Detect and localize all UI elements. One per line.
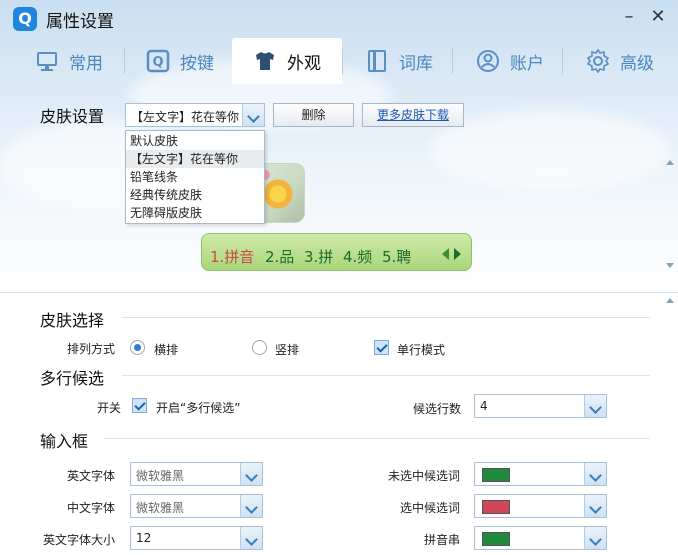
cn-font-value: 微软雅黑 xyxy=(136,501,185,515)
chevron-down-icon[interactable] xyxy=(240,463,262,485)
pinyin-color-select[interactable] xyxy=(474,526,607,550)
en-font-size-value: 12 xyxy=(136,531,152,545)
section-line xyxy=(122,317,650,318)
vertical-radio-label: 竖排 xyxy=(275,343,300,357)
window-title: 属性设置 xyxy=(46,12,114,32)
gear-icon xyxy=(586,48,610,74)
tab-general[interactable]: 常用 xyxy=(14,38,124,84)
dropdown-option-selected[interactable]: 【左文字】花在等你 xyxy=(126,150,264,168)
delete-skin-button[interactable]: 删除 xyxy=(273,103,354,127)
pinyin-string-label: 拼音串 xyxy=(424,533,461,547)
chevron-down-icon[interactable] xyxy=(242,104,264,126)
candidate-item: 2.品 xyxy=(265,248,295,266)
more-skins-download-button[interactable]: 更多皮肤下载 xyxy=(362,103,464,127)
candidate-item: 1.拼音 xyxy=(210,248,255,266)
skin-select-value: 【左文字】花在等你 xyxy=(131,110,240,124)
vertical-radio[interactable] xyxy=(252,340,267,355)
section-line xyxy=(122,375,650,376)
unselected-candidate-label: 未选中候选词 xyxy=(388,469,461,483)
tab-general-label: 常用 xyxy=(69,53,103,74)
candidate-item: 5.聘 xyxy=(382,248,412,266)
tab-account-label: 账户 xyxy=(510,53,544,74)
skin-select[interactable]: 【左文字】花在等你 xyxy=(125,103,265,127)
cn-font-select[interactable]: 微软雅黑 xyxy=(130,494,263,518)
more-skins-download-link[interactable]: 更多皮肤下载 xyxy=(377,108,449,122)
tab-separator xyxy=(452,48,453,74)
tab-separator xyxy=(342,48,343,74)
book-icon xyxy=(365,49,389,73)
tab-account[interactable]: 账户 xyxy=(455,38,565,84)
dropdown-option[interactable]: 经典传统皮肤 xyxy=(126,186,264,204)
skin-dropdown-list[interactable]: 默认皮肤 【左文字】花在等你 铅笔线条 经典传统皮肤 无障碍版皮肤 xyxy=(125,130,265,224)
dropdown-option[interactable]: 无障碍版皮肤 xyxy=(126,204,264,222)
tab-keys-label: 按键 xyxy=(180,53,214,74)
chevron-down-icon[interactable] xyxy=(584,527,606,549)
skin-settings-label: 皮肤设置 xyxy=(40,107,105,126)
section-line xyxy=(104,438,650,439)
color-swatch xyxy=(482,532,510,546)
tab-bar: 常用 Q 按键 外观 词库 账户 高级 xyxy=(0,38,678,84)
selected-color-select[interactable] xyxy=(474,494,607,518)
chevron-down-icon[interactable] xyxy=(584,395,606,417)
rows-select[interactable]: 4 xyxy=(474,394,607,418)
multi-line-checkbox[interactable] xyxy=(132,398,147,413)
tab-dictionary[interactable]: 词库 xyxy=(344,38,454,84)
tab-advanced[interactable]: 高级 xyxy=(565,38,675,84)
candidate-item: 4.频 xyxy=(343,248,373,266)
layout-label: 排列方式 xyxy=(67,342,116,356)
candidate-preview-bar: 1.拼音 2.品 3.拼 4.频 5.聘 xyxy=(201,233,472,271)
tab-advanced-label: 高级 xyxy=(620,53,654,74)
tab-keys[interactable]: Q 按键 xyxy=(125,38,235,84)
settings-scrollbar[interactable] xyxy=(664,296,676,552)
chevron-down-icon[interactable] xyxy=(584,463,606,485)
single-line-label: 单行模式 xyxy=(397,343,446,357)
skin-select-title: 皮肤选择 xyxy=(40,311,105,330)
switch-label: 开关 xyxy=(97,401,122,415)
key-icon: Q xyxy=(146,49,170,73)
horizontal-radio-label: 横排 xyxy=(154,343,179,357)
app-logo-icon: Q xyxy=(13,7,37,31)
tab-dictionary-label: 词库 xyxy=(399,53,433,74)
en-font-size-label: 英文字体大小 xyxy=(43,533,116,547)
minimize-button[interactable]: – xyxy=(618,6,640,28)
horizontal-radio[interactable] xyxy=(130,340,145,355)
multi-line-title: 多行候选 xyxy=(40,369,105,388)
monitor-icon xyxy=(35,49,59,73)
close-button[interactable]: ✕ xyxy=(647,6,669,28)
page-arrows-icon xyxy=(442,248,464,260)
preview-scrollbar[interactable] xyxy=(664,158,676,270)
candidate-item: 3.拼 xyxy=(304,248,334,266)
en-font-select[interactable]: 微软雅黑 xyxy=(130,462,263,486)
user-icon xyxy=(476,49,500,73)
shirt-icon xyxy=(253,49,277,73)
en-font-value: 微软雅黑 xyxy=(136,469,185,483)
unselected-color-select[interactable] xyxy=(474,462,607,486)
en-font-label: 英文字体 xyxy=(67,469,116,483)
input-box-title: 输入框 xyxy=(40,432,89,451)
tab-separator xyxy=(562,48,563,74)
tab-appearance-label: 外观 xyxy=(287,53,321,74)
chevron-down-icon[interactable] xyxy=(240,527,262,549)
section-divider xyxy=(0,292,678,293)
rows-label: 候选行数 xyxy=(413,402,462,416)
chevron-down-icon[interactable] xyxy=(240,495,262,517)
dropdown-option[interactable]: 默认皮肤 xyxy=(126,132,264,150)
dropdown-option[interactable]: 铅笔线条 xyxy=(126,168,264,186)
svg-text:Q: Q xyxy=(152,55,163,70)
color-swatch xyxy=(482,500,510,514)
rows-select-value: 4 xyxy=(480,399,488,413)
en-font-size-select[interactable]: 12 xyxy=(130,526,263,550)
chevron-down-icon[interactable] xyxy=(584,495,606,517)
single-line-checkbox[interactable] xyxy=(374,340,389,355)
multi-line-enable-label: 开启“多行候选” xyxy=(156,401,241,415)
cn-font-label: 中文字体 xyxy=(67,501,116,515)
selected-candidate-label: 选中候选词 xyxy=(400,501,461,515)
color-swatch xyxy=(482,468,510,482)
title-bar: Q 属性设置 – ✕ xyxy=(0,0,678,36)
tab-appearance[interactable]: 外观 xyxy=(232,38,342,84)
